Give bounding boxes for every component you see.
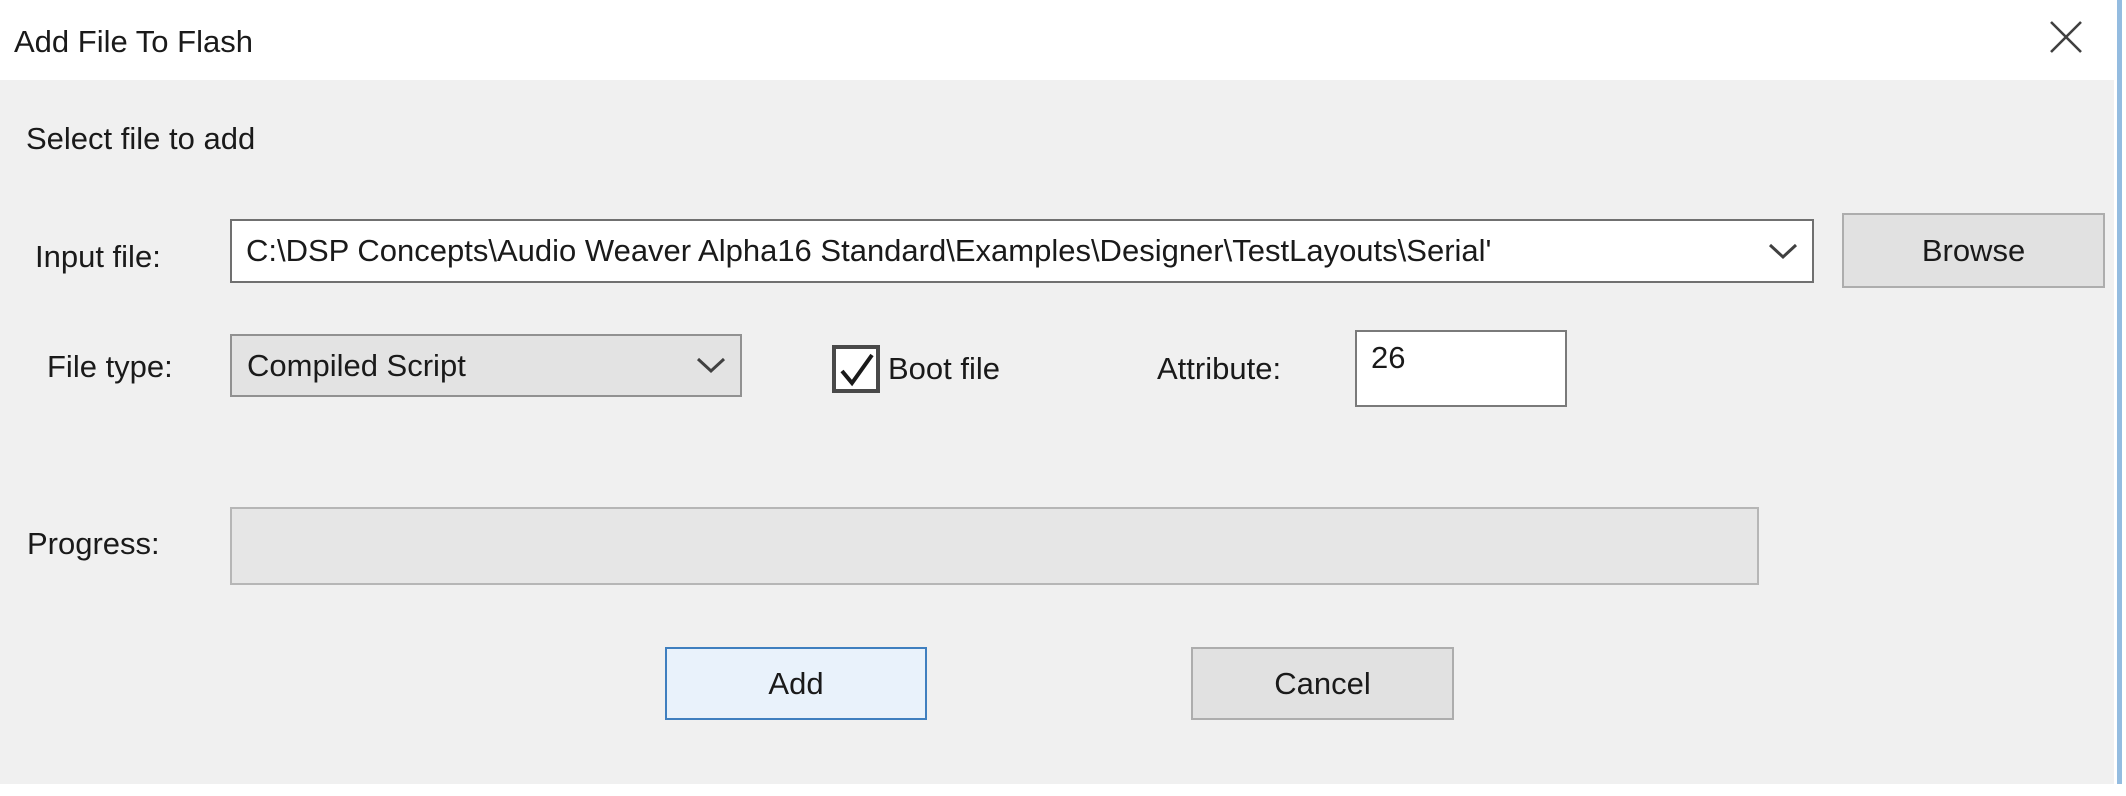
file-type-selected-value: Compiled Script: [232, 348, 682, 384]
cancel-button-label: Cancel: [1274, 666, 1371, 702]
progress-bar: [230, 507, 1759, 585]
progress-label: Progress:: [27, 525, 160, 563]
dialog-body: Select file to add Input file: Browse Fi…: [0, 80, 2114, 784]
input-file-label: Input file:: [35, 238, 161, 276]
file-type-dropdown[interactable]: Compiled Script: [230, 334, 742, 397]
cancel-button[interactable]: Cancel: [1191, 647, 1454, 720]
close-button[interactable]: [2024, 4, 2108, 70]
boot-file-checkbox[interactable]: [832, 345, 880, 393]
attribute-label: Attribute:: [1157, 350, 1281, 388]
chevron-down-icon: [682, 336, 740, 395]
chevron-down-icon: [1768, 243, 1798, 260]
add-button[interactable]: Add: [665, 647, 927, 720]
dialog-heading: Select file to add: [26, 120, 255, 158]
add-file-to-flash-dialog: Add File To Flash Select file to add Inp…: [0, 0, 2126, 796]
input-file-field[interactable]: [232, 221, 1754, 281]
titlebar: Add File To Flash: [0, 0, 2117, 80]
close-icon: [2046, 17, 2086, 57]
browse-button[interactable]: Browse: [1842, 213, 2105, 288]
input-file-combobox[interactable]: [230, 219, 1814, 283]
boot-file-label[interactable]: Boot file: [888, 350, 1000, 388]
window-edge-border: [2117, 0, 2122, 784]
window-title: Add File To Flash: [14, 0, 253, 80]
input-file-dropdown-button[interactable]: [1754, 221, 1812, 281]
checkmark-icon: [834, 347, 878, 391]
browse-button-label: Browse: [1922, 233, 2025, 269]
add-button-label: Add: [768, 666, 823, 702]
file-type-label: File type:: [47, 348, 173, 386]
attribute-field[interactable]: [1355, 330, 1567, 407]
